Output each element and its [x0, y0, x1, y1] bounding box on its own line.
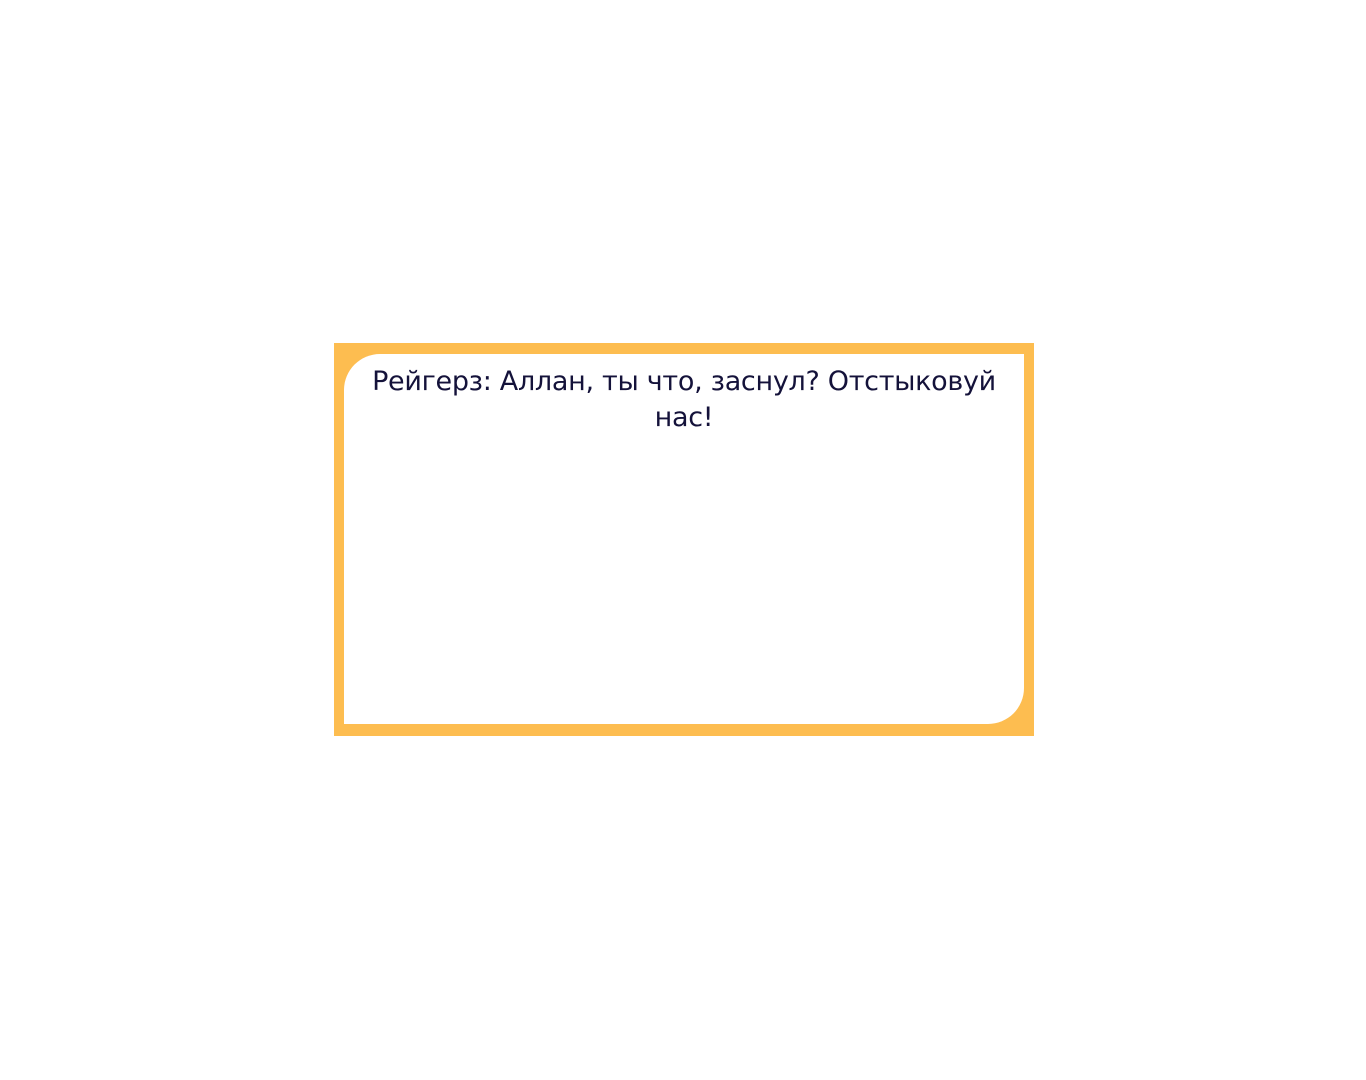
dialog-panel: Рейгерз: Аллан, ты что, заснул? Отстыков… [344, 354, 1024, 724]
dialog-text: Рейгерз: Аллан, ты что, заснул? Отстыков… [372, 366, 996, 433]
dialog-box[interactable]: Рейгерз: Аллан, ты что, заснул? Отстыков… [334, 343, 1034, 736]
